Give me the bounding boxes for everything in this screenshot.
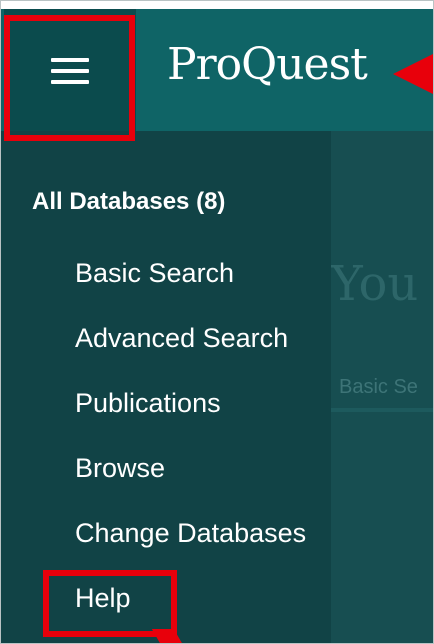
menu-item-change-databases[interactable]: Change Databases <box>75 518 306 549</box>
menu-item-basic-search[interactable]: Basic Search <box>75 258 234 289</box>
app-window: You Basic Se ProQuest All Databases (8) … <box>0 0 434 644</box>
menu-heading-all-databases[interactable]: All Databases (8) <box>32 188 225 216</box>
search-tab-fragment: Basic Se <box>339 376 418 398</box>
menu-button[interactable] <box>4 9 136 131</box>
side-menu: All Databases (8) Basic Search Advanced … <box>1 131 331 643</box>
tab-underline <box>331 408 433 412</box>
menu-item-advanced-search[interactable]: Advanced Search <box>75 323 288 354</box>
menu-item-help[interactable]: Help <box>75 583 131 614</box>
background-page: You Basic Se <box>331 131 433 643</box>
page-title-fragment: You <box>331 256 419 312</box>
menu-item-browse[interactable]: Browse <box>75 453 165 484</box>
hamburger-icon <box>51 56 89 86</box>
top-header: ProQuest <box>1 9 433 131</box>
menu-item-publications[interactable]: Publications <box>75 388 221 419</box>
proquest-logo[interactable]: ProQuest <box>167 43 368 87</box>
